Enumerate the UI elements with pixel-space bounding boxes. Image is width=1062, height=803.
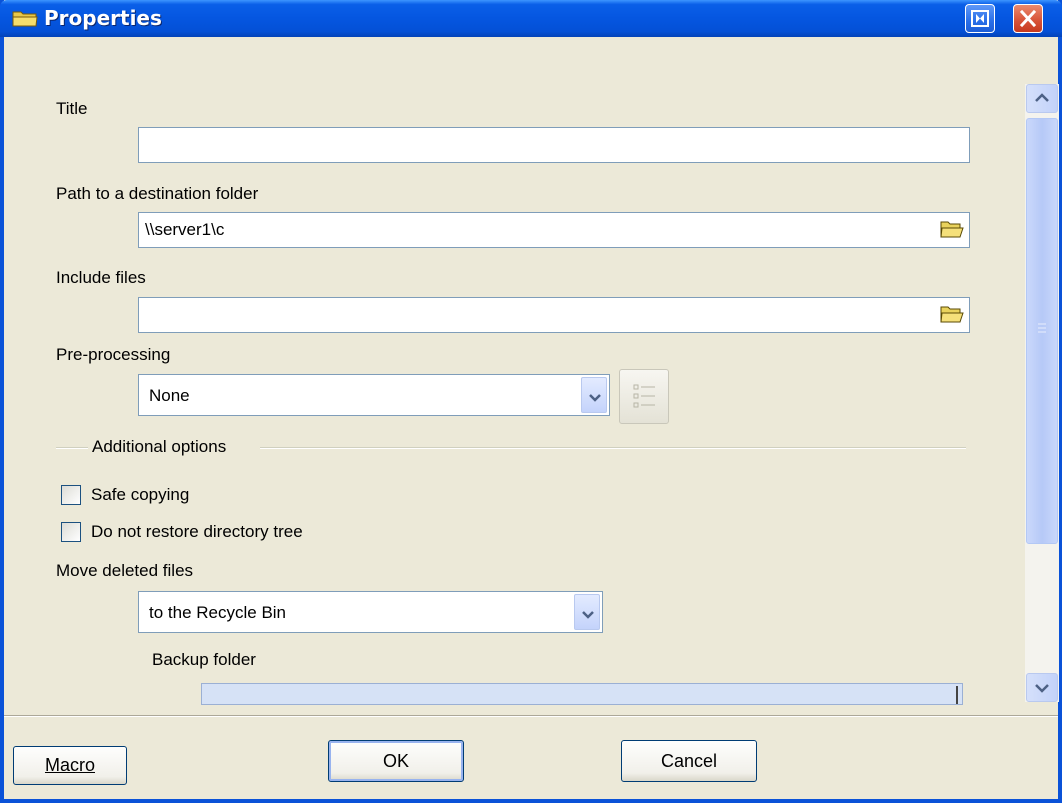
cancel-button[interactable]: Cancel bbox=[621, 740, 757, 782]
no-restore-tree-label[interactable]: Do not restore directory tree bbox=[91, 522, 303, 542]
preprocessing-dropdown-button[interactable] bbox=[581, 377, 607, 413]
include-files-label: Include files bbox=[56, 268, 146, 287]
path-label: Path to a destination folder bbox=[56, 184, 259, 203]
backup-folder-input[interactable] bbox=[201, 683, 963, 705]
folder-icon[interactable] bbox=[940, 219, 964, 239]
macro-button[interactable]: Macro bbox=[13, 746, 127, 785]
chevron-down-icon bbox=[589, 394, 601, 402]
vertical-scrollbar[interactable] bbox=[1025, 84, 1059, 702]
chevron-down-icon bbox=[582, 611, 594, 619]
pin-icon bbox=[971, 10, 989, 27]
include-files-input[interactable] bbox=[138, 297, 970, 333]
close-button[interactable] bbox=[1013, 4, 1043, 33]
chevron-down-icon bbox=[1035, 684, 1049, 693]
chevron-up-icon bbox=[1035, 93, 1049, 102]
preprocessing-value: None bbox=[149, 386, 190, 405]
move-deleted-label: Move deleted files bbox=[56, 561, 194, 580]
close-icon bbox=[1019, 9, 1037, 28]
title-label: Title bbox=[56, 99, 88, 118]
list-icon bbox=[633, 384, 655, 408]
safe-copying-label[interactable]: Safe copying bbox=[91, 485, 189, 505]
folder-icon[interactable] bbox=[940, 304, 964, 324]
window-title: Properties bbox=[44, 6, 162, 30]
scroll-thumb[interactable] bbox=[1026, 118, 1058, 544]
ok-button-label: OK bbox=[382, 751, 409, 771]
folder-icon bbox=[12, 11, 38, 27]
preprocessing-list-button[interactable] bbox=[619, 369, 669, 424]
path-value: \\server1\c bbox=[145, 220, 225, 239]
preprocessing-label: Pre-processing bbox=[56, 345, 171, 364]
path-input[interactable]: \\server1\c bbox=[138, 212, 970, 248]
properties-dialog: Properties Title Path to a destination f… bbox=[0, 0, 1062, 803]
backup-folder-browse-button[interactable] bbox=[928, 686, 958, 704]
backup-folder-label: Backup folder bbox=[152, 650, 256, 669]
group-divider-right bbox=[260, 447, 966, 449]
safe-copying-checkbox[interactable] bbox=[61, 485, 81, 505]
no-restore-tree-checkbox[interactable] bbox=[61, 522, 81, 542]
title-bar[interactable]: Properties bbox=[0, 0, 1062, 37]
macro-button-label: Macro bbox=[44, 755, 95, 775]
grip-icon bbox=[1038, 323, 1046, 333]
scroll-down-button[interactable] bbox=[1026, 673, 1058, 702]
preprocessing-select[interactable]: None bbox=[138, 374, 610, 416]
footer-separator bbox=[4, 715, 1058, 717]
pin-button[interactable] bbox=[965, 4, 995, 33]
cancel-button-label: Cancel bbox=[660, 751, 718, 771]
move-deleted-dropdown-button[interactable] bbox=[574, 594, 600, 630]
move-deleted-value: to the Recycle Bin bbox=[149, 603, 287, 622]
title-input[interactable] bbox=[138, 127, 970, 163]
additional-options-label: Additional options bbox=[92, 437, 227, 456]
move-deleted-select[interactable]: to the Recycle Bin bbox=[138, 591, 603, 633]
ok-button[interactable]: OK bbox=[328, 740, 464, 782]
group-divider-left bbox=[56, 447, 88, 449]
scroll-up-button[interactable] bbox=[1026, 84, 1058, 113]
